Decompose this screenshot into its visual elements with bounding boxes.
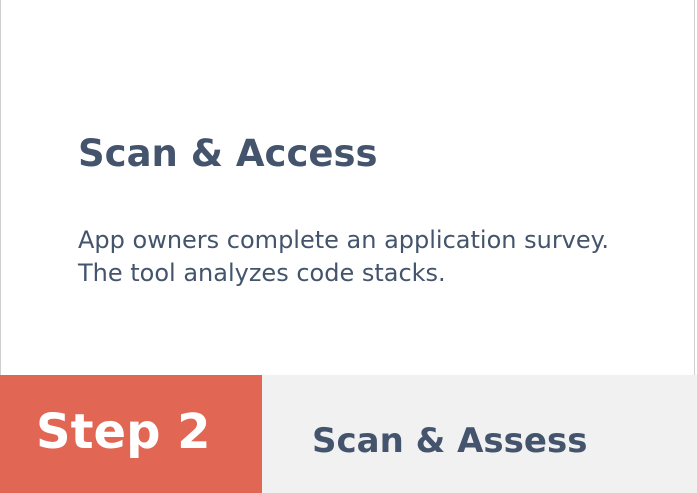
step-card: Scan & Access App owners complete an app… <box>0 0 697 493</box>
card-description: App owners complete an application surve… <box>78 224 638 290</box>
card-description-line-1: App owners complete an application surve… <box>78 226 610 254</box>
card-title: Scan & Access <box>78 132 378 175</box>
card-description-line-2: The tool analyzes code stacks. <box>78 259 446 287</box>
step-number-label: Step 2 <box>36 404 211 460</box>
step-title: Scan & Assess <box>312 421 588 461</box>
card-right-border <box>694 0 695 375</box>
card-left-border <box>0 0 1 375</box>
